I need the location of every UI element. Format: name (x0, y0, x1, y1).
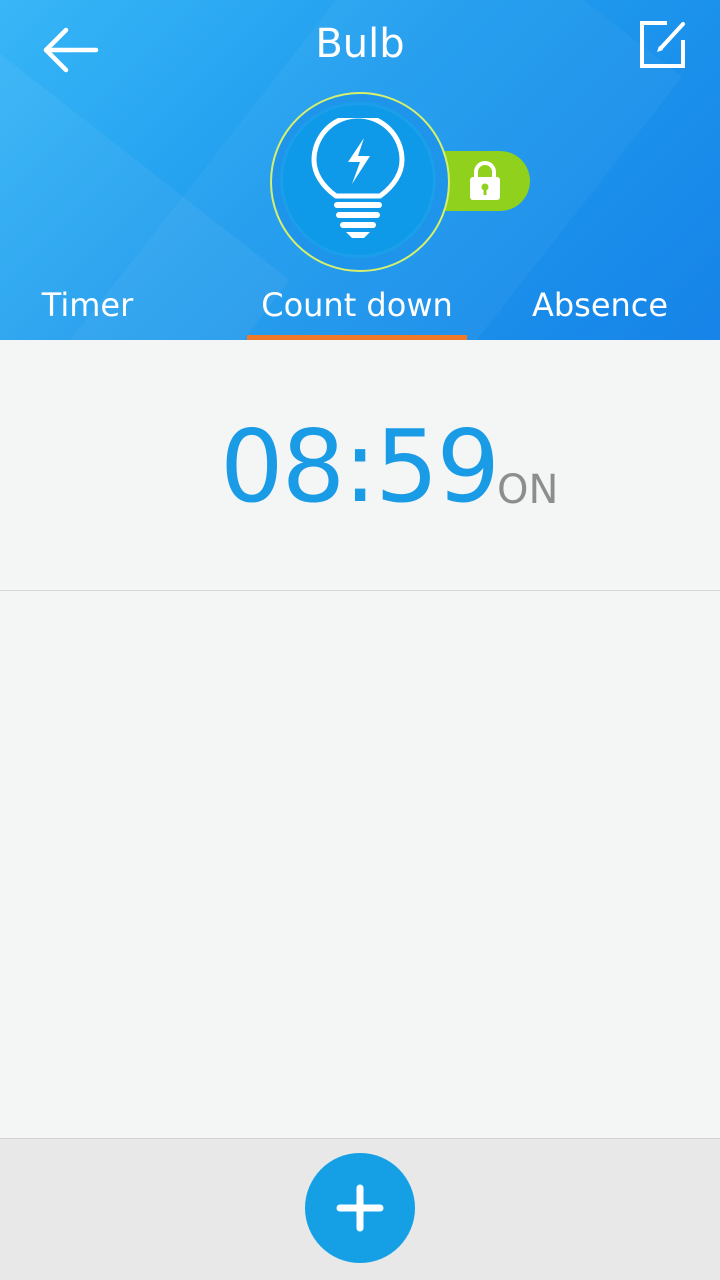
edit-icon (640, 21, 685, 68)
countdown-item[interactable]: 08:59 ON (0, 341, 720, 591)
edit-button[interactable] (630, 12, 694, 76)
lightbulb-bolt-icon (311, 118, 405, 238)
device-avatar[interactable] (270, 92, 450, 272)
back-button[interactable] (30, 18, 110, 82)
plus-icon (336, 1184, 384, 1232)
tab-timer[interactable]: Timer (20, 270, 155, 340)
lock-icon (470, 161, 500, 200)
countdown-time: 08:59 (220, 408, 500, 525)
page-title: Bulb (315, 21, 405, 67)
countdown-state: ON (497, 467, 559, 513)
tab-bar: Timer Count down Absence (0, 270, 720, 340)
add-button[interactable] (305, 1153, 415, 1263)
app-screen: Bulb Timer Count down Absence 08:59 ON (0, 0, 720, 1280)
tab-count-down[interactable]: Count down (247, 270, 467, 340)
tab-absence[interactable]: Absence (520, 270, 680, 340)
header: Bulb Timer Count down Absence (0, 0, 720, 340)
active-tab-indicator (247, 335, 467, 340)
arrow-left-icon (43, 27, 99, 73)
